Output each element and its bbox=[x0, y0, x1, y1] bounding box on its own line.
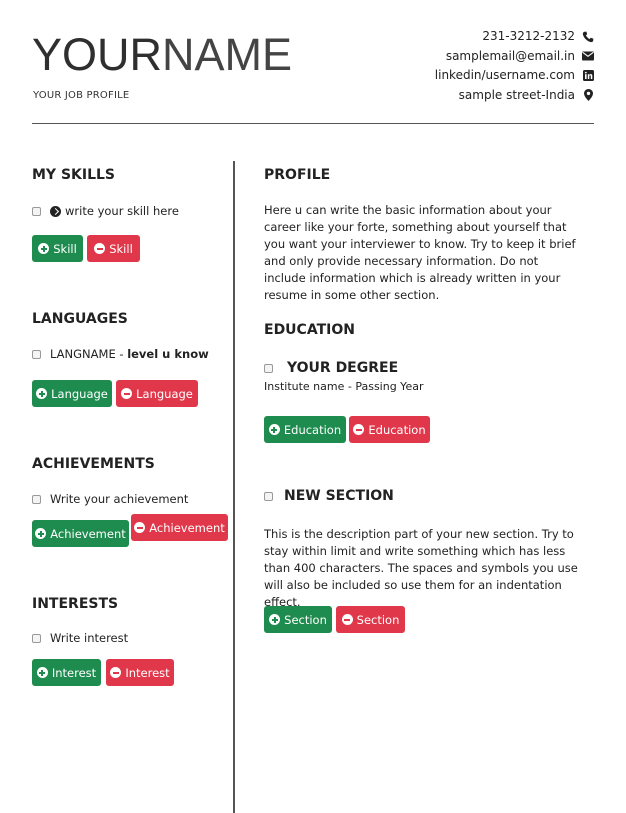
map-marker-icon bbox=[582, 89, 594, 102]
contact-email: samplemail@email.in bbox=[435, 47, 594, 67]
remove-education-label: Education bbox=[368, 422, 426, 437]
language-separator: - bbox=[115, 347, 128, 361]
column-divider bbox=[233, 161, 235, 813]
skill-checkbox[interactable] bbox=[32, 206, 41, 216]
add-education-label: Education bbox=[283, 422, 342, 437]
name-last: NAME bbox=[162, 29, 293, 80]
add-section-button[interactable]: Section bbox=[264, 606, 332, 633]
achievements-heading: ACHIEVEMENTS bbox=[32, 456, 155, 472]
institute-text[interactable]: Institute name - Passing Year bbox=[264, 380, 423, 393]
language-name[interactable]: LANGNAME bbox=[50, 347, 116, 361]
minus-circle-icon bbox=[94, 243, 106, 254]
phone-icon bbox=[582, 31, 594, 43]
address-text: sample street-India bbox=[458, 87, 575, 102]
interest-text[interactable]: Write interest bbox=[50, 631, 128, 645]
header-divider bbox=[32, 123, 594, 124]
add-education-button[interactable]: Education bbox=[264, 416, 346, 443]
remove-language-label: Language bbox=[136, 386, 193, 401]
remove-education-button[interactable]: Education bbox=[349, 416, 430, 443]
interests-heading: INTERESTS bbox=[32, 596, 119, 612]
achievement-text[interactable]: Write your achievement bbox=[50, 492, 188, 506]
add-skill-button[interactable]: Skill bbox=[32, 235, 83, 262]
language-item: LANGNAME - level u know bbox=[32, 347, 209, 361]
email-text[interactable]: samplemail@email.in bbox=[446, 47, 575, 67]
achievement-item: Write your achievement bbox=[32, 492, 188, 506]
add-achievement-button[interactable]: Achievement bbox=[32, 520, 129, 547]
profile-text[interactable]: Here u can write the basic information a… bbox=[264, 202, 582, 304]
chevron-right-icon bbox=[50, 205, 61, 217]
resume-name: YOURNAME bbox=[32, 30, 292, 80]
add-skill-label: Skill bbox=[53, 241, 77, 256]
plus-circle-icon bbox=[269, 614, 281, 625]
new-section-checkbox[interactable] bbox=[264, 491, 273, 501]
skill-text[interactable]: write your skill here bbox=[65, 204, 179, 218]
degree-text[interactable]: YOUR DEGREE bbox=[287, 360, 398, 376]
remove-achievement-button[interactable]: Achievement bbox=[131, 514, 228, 541]
minus-circle-icon bbox=[353, 424, 365, 435]
remove-interest-button[interactable]: Interest bbox=[106, 659, 174, 686]
plus-circle-icon bbox=[36, 388, 48, 399]
plus-circle-icon bbox=[36, 667, 48, 678]
plus-circle-icon bbox=[35, 528, 47, 539]
achievement-checkbox[interactable] bbox=[32, 494, 41, 504]
name-first: YOUR bbox=[32, 29, 163, 80]
minus-circle-icon bbox=[134, 522, 146, 533]
remove-section-label: Section bbox=[356, 612, 400, 627]
new-section-heading[interactable]: NEW SECTION bbox=[284, 488, 394, 504]
language-level[interactable]: level u know bbox=[127, 347, 209, 361]
remove-section-button[interactable]: Section bbox=[336, 606, 405, 633]
remove-achievement-label: Achievement bbox=[149, 520, 225, 535]
plus-circle-icon bbox=[38, 243, 50, 254]
contact-linkedin: linkedin/username.com bbox=[435, 66, 594, 86]
remove-interest-label: Interest bbox=[125, 665, 170, 680]
minus-circle-icon bbox=[110, 667, 122, 678]
add-interest-button[interactable]: Interest bbox=[32, 659, 101, 686]
job-profile: YOUR JOB PROFILE bbox=[33, 90, 130, 101]
envelope-icon bbox=[582, 50, 594, 62]
phone-text[interactable]: 231-3212-2132 bbox=[482, 27, 575, 47]
minus-circle-icon bbox=[341, 614, 353, 625]
contact-block: 231-3212-2132 samplemail@email.in linked… bbox=[435, 27, 594, 105]
skills-heading: MY SKILLS bbox=[32, 167, 116, 183]
skill-item: write your skill here bbox=[32, 204, 179, 218]
remove-skill-label: Skill bbox=[109, 241, 133, 256]
degree-item: YOUR DEGREE bbox=[264, 360, 398, 376]
new-section-text[interactable]: This is the description part of your new… bbox=[264, 526, 582, 611]
profile-heading: PROFILE bbox=[264, 167, 331, 183]
new-section-header: NEW SECTION bbox=[264, 488, 394, 504]
minus-circle-icon bbox=[121, 388, 133, 399]
contact-phone: 231-3212-2132 bbox=[435, 27, 594, 47]
plus-circle-icon bbox=[268, 424, 280, 435]
add-language-label: Language bbox=[51, 386, 108, 401]
languages-heading: LANGUAGES bbox=[32, 311, 128, 327]
add-language-button[interactable]: Language bbox=[32, 380, 112, 407]
add-achievement-label: Achievement bbox=[50, 526, 126, 541]
linkedin-text[interactable]: linkedin/username.com bbox=[435, 66, 575, 86]
remove-language-button[interactable]: Language bbox=[116, 380, 198, 407]
degree-checkbox[interactable] bbox=[264, 363, 273, 373]
interest-item: Write interest bbox=[32, 631, 128, 645]
contact-address: sample street-India bbox=[435, 86, 594, 106]
linkedin-icon bbox=[582, 70, 594, 82]
language-checkbox[interactable] bbox=[32, 349, 41, 359]
add-interest-label: Interest bbox=[51, 665, 97, 680]
interest-checkbox[interactable] bbox=[32, 633, 41, 643]
add-section-label: Section bbox=[284, 612, 327, 627]
education-heading: EDUCATION bbox=[264, 322, 355, 338]
remove-skill-button[interactable]: Skill bbox=[87, 235, 140, 262]
